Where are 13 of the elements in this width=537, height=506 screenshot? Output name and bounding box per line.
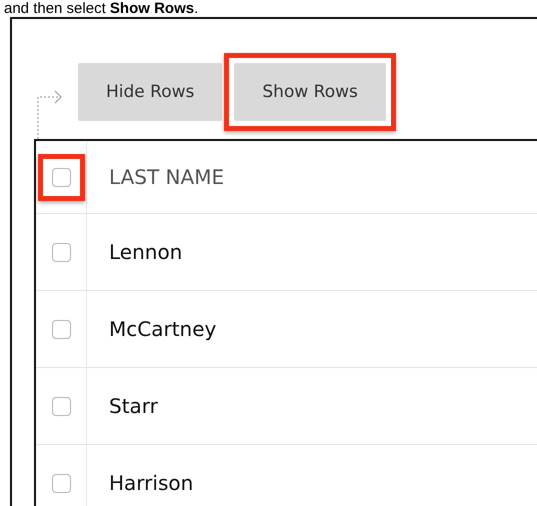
row-checkbox[interactable] xyxy=(52,474,70,492)
row-checkbox[interactable] xyxy=(52,320,70,338)
instruction-text: and then select Show Rows. xyxy=(3,0,200,17)
select-all-checkbox[interactable] xyxy=(52,168,70,186)
table-cell: Starr xyxy=(109,394,158,418)
table-cell: McCartney xyxy=(109,317,216,341)
toolbar-button[interactable]: Hide Rows xyxy=(78,63,222,121)
table-cell: Lennon xyxy=(109,240,182,264)
column-header: LAST NAME xyxy=(109,165,224,189)
row-checkbox[interactable] xyxy=(52,242,70,262)
row-checkbox[interactable] xyxy=(52,396,70,416)
toolbar-button[interactable]: Show Rows xyxy=(234,63,386,121)
table-cell: Harrison xyxy=(109,471,194,495)
